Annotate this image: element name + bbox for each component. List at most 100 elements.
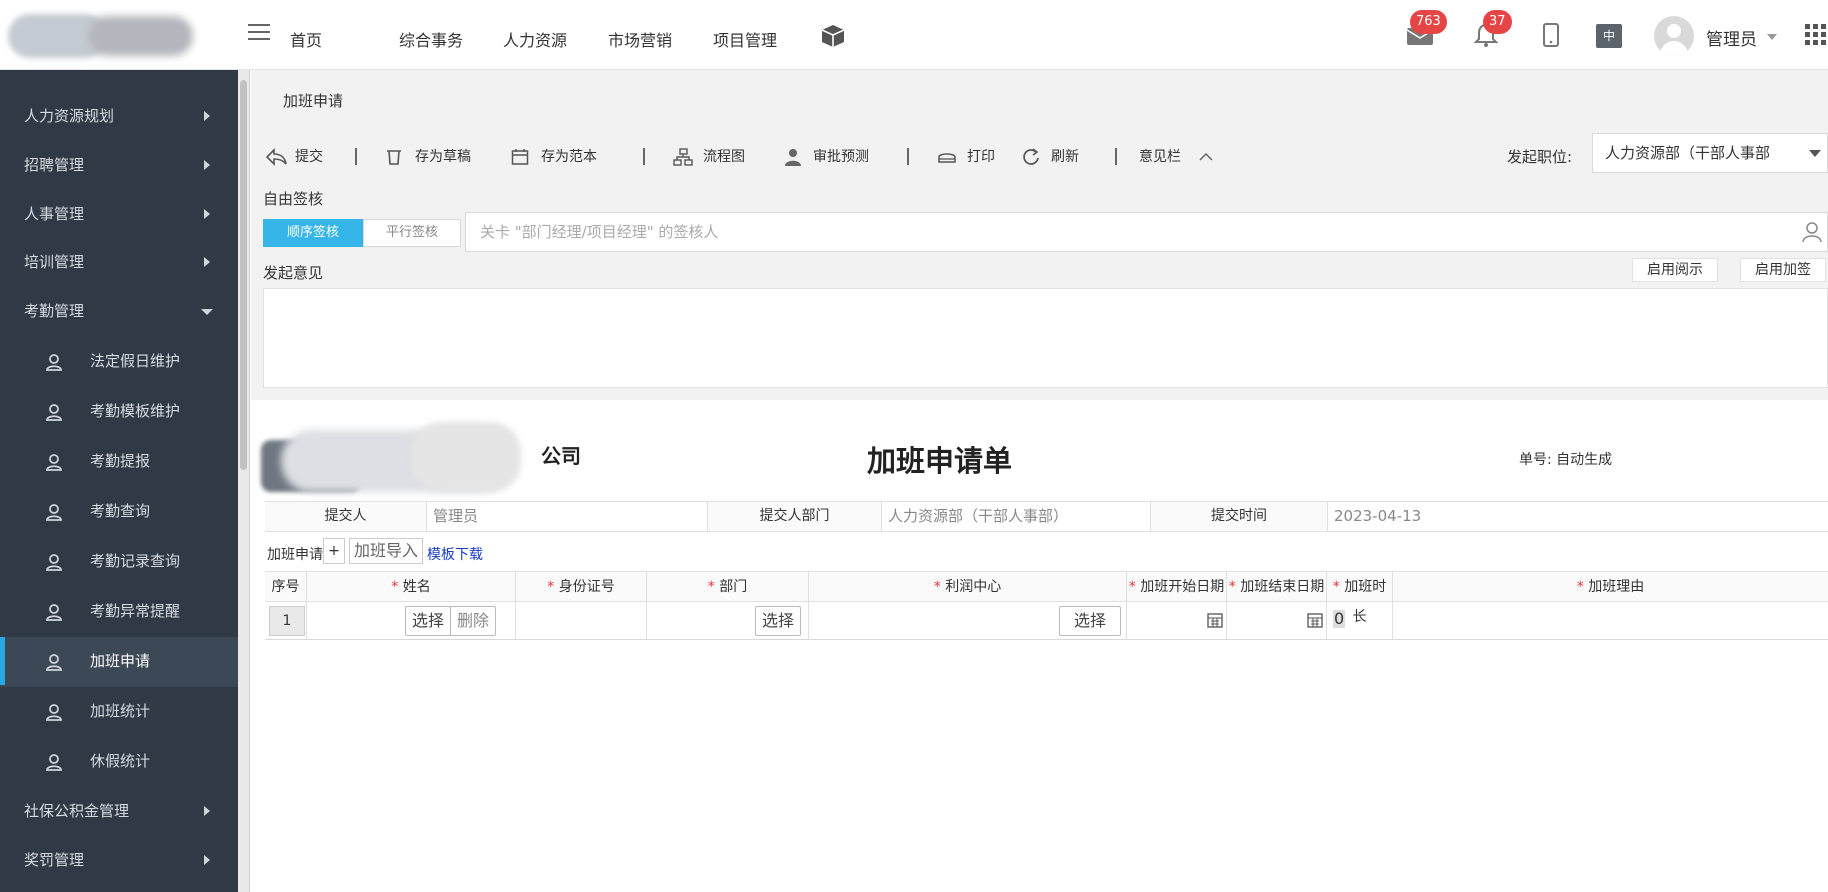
save-draft-label: 存为草稿 xyxy=(415,149,471,165)
chevron-up-icon xyxy=(1199,152,1213,161)
parallel-sign-button[interactable]: 平行签核 xyxy=(363,219,461,247)
save-draft-button[interactable]: 存为草稿 xyxy=(385,142,471,172)
sidebar-item-attendance[interactable]: 考勤管理 xyxy=(0,287,238,335)
sidebar-item-training[interactable]: 培训管理 xyxy=(0,238,238,286)
required-mark: * xyxy=(1128,579,1136,595)
menu-toggle-icon[interactable] xyxy=(248,24,270,42)
time-label: 提交时间 xyxy=(1211,508,1267,524)
table-row: 1 选择 删除 选择 选择 0 xyxy=(265,602,1828,640)
nav-project[interactable]: 项目管理 xyxy=(713,27,777,51)
submit-label: 提交 xyxy=(295,149,323,165)
position-select[interactable]: 人力资源部（干部人事部 xyxy=(1592,133,1828,173)
sidebar-item-recruitment[interactable]: 招聘管理 xyxy=(0,141,238,189)
top-header: 首页 综合事务 人力资源 市场营销 项目管理 763 37 中 管理员 xyxy=(0,0,1828,70)
sidebar-item-label: 培训管理 xyxy=(24,253,85,271)
end-date-cell[interactable] xyxy=(1227,602,1327,639)
submit-button[interactable]: 提交 xyxy=(265,142,323,172)
sidebar-item-social-security[interactable]: 社保公积金管理 xyxy=(0,787,238,835)
avatar[interactable] xyxy=(1654,16,1694,56)
chevron-right-icon xyxy=(204,209,210,219)
nav-hr[interactable]: 人力资源 xyxy=(503,27,567,51)
calendar-icon[interactable] xyxy=(1207,612,1223,628)
delete-row-button[interactable]: 删除 xyxy=(450,606,497,636)
id-cell[interactable] xyxy=(516,602,647,639)
bell-icon[interactable]: 37 xyxy=(1473,10,1512,52)
sidebar-item-query[interactable]: 考勤查询 xyxy=(0,487,238,535)
app-logo[interactable] xyxy=(8,10,218,58)
user-icon xyxy=(46,754,62,771)
start-date-cell[interactable] xyxy=(1127,602,1227,639)
sequential-sign-button[interactable]: 顺序签核 xyxy=(263,219,363,247)
opinion-label: 发起意见 xyxy=(263,264,324,282)
select-name-button[interactable]: 选择 xyxy=(405,606,452,636)
sidebar-item-leave-stats[interactable]: 休假统计 xyxy=(0,737,238,785)
sidebar-item-rewards[interactable]: 奖罚管理 xyxy=(0,836,238,884)
chevron-right-icon xyxy=(204,160,210,170)
sidebar-item-template[interactable]: 考勤模板维护 xyxy=(0,387,238,435)
col-dept: * 部门 xyxy=(647,572,809,602)
toolbar-divider xyxy=(643,148,645,165)
sidebar-item-record-query[interactable]: 考勤记录查询 xyxy=(0,537,238,585)
reason-cell[interactable] xyxy=(1393,602,1828,639)
select-profit-center-button[interactable]: 选择 xyxy=(1059,606,1122,636)
sidebar-item-anomaly[interactable]: 考勤异常提醒 xyxy=(0,587,238,635)
scrollbar-thumb[interactable] xyxy=(240,80,247,470)
required-mark: * xyxy=(391,579,399,595)
sidebar-item-overtime-stats[interactable]: 加班统计 xyxy=(0,687,238,735)
print-button[interactable]: 打印 xyxy=(937,142,995,172)
sidebar-item-label: 奖罚管理 xyxy=(24,851,85,869)
user-name[interactable]: 管理员 xyxy=(1706,25,1757,50)
chevron-down-icon xyxy=(201,309,213,315)
calendar-icon xyxy=(511,149,529,165)
box-icon[interactable] xyxy=(820,23,846,53)
mobile-icon[interactable] xyxy=(1542,22,1560,52)
apps-grid-icon[interactable] xyxy=(1805,24,1827,46)
opinion-textarea[interactable] xyxy=(263,288,1828,388)
sidebar-item-hr-planning[interactable]: 人力资源规划 xyxy=(0,92,238,140)
dept-cell: 选择 xyxy=(647,602,809,639)
enable-cc-button[interactable]: 启用阅示 xyxy=(1632,258,1718,282)
sidebar-item-label: 考勤管理 xyxy=(24,302,85,320)
nav-home[interactable]: 首页 xyxy=(290,27,322,51)
sidebar-item-holiday[interactable]: 法定假日维护 xyxy=(0,337,238,385)
nav-general-affairs[interactable]: 综合事务 xyxy=(399,27,463,51)
submitter-info-row: 提交人 管理员 提交人部门 人力资源部（干部人事部） 提交时间 2023-04-… xyxy=(265,501,1828,532)
mail-icon[interactable]: 763 xyxy=(1406,10,1447,50)
save-template-button[interactable]: 存为范本 xyxy=(511,142,597,172)
print-label: 打印 xyxy=(967,149,995,165)
col-end-date: * 加班结束日期 xyxy=(1227,572,1327,602)
sidebar-scrollbar[interactable] xyxy=(238,70,250,892)
dept-value: 人力资源部（干部人事部） xyxy=(881,502,1151,531)
approval-predict-button[interactable]: 审批预测 xyxy=(783,142,869,172)
approval-predict-label: 审批预测 xyxy=(813,149,869,165)
template-download-link[interactable]: 模板下载 xyxy=(427,544,483,564)
nav-marketing[interactable]: 市场营销 xyxy=(608,27,672,51)
seq-cell: 1 xyxy=(265,602,307,639)
required-mark: * xyxy=(1576,579,1584,595)
user-select-icon[interactable] xyxy=(1801,221,1823,243)
calendar-icon[interactable] xyxy=(1307,612,1323,628)
refresh-button[interactable]: 刷新 xyxy=(1021,142,1079,172)
add-row-button[interactable]: + xyxy=(323,538,345,564)
signer-input[interactable]: 关卡 "部门经理/项目经理" 的签核人 xyxy=(465,212,1828,252)
required-mark: * xyxy=(707,579,715,595)
flowchart-label: 流程图 xyxy=(703,149,745,165)
dropdown-arrow-icon xyxy=(1809,150,1821,157)
sidebar-item-label: 考勤模板维护 xyxy=(90,402,181,420)
sidebar-item-report[interactable]: 考勤提报 xyxy=(0,437,238,485)
flowchart-button[interactable]: 流程图 xyxy=(673,142,745,172)
select-dept-button[interactable]: 选择 xyxy=(755,606,802,636)
sidebar-item-label: 休假统计 xyxy=(90,752,151,770)
import-button[interactable]: 加班导入 xyxy=(349,538,423,564)
chevron-down-icon[interactable] xyxy=(1767,34,1777,40)
hours-cell[interactable]: 0 xyxy=(1327,602,1393,639)
opinion-bar-toggle[interactable]: 意见栏 xyxy=(1139,142,1213,172)
main-content: 加班申请 提交 存为草稿 存为范本 流程图 审批预测 打印 刷新 意见栏 发起职… xyxy=(251,70,1828,892)
language-switch[interactable]: 中 xyxy=(1596,24,1622,48)
sidebar-item-label: 招聘管理 xyxy=(24,156,85,174)
opinion-bar-label: 意见栏 xyxy=(1139,149,1181,165)
sidebar-item-personnel[interactable]: 人事管理 xyxy=(0,190,238,238)
user-icon xyxy=(46,504,62,521)
enable-add-sign-button[interactable]: 启用加签 xyxy=(1740,258,1826,282)
sidebar-item-overtime-apply[interactable]: 加班申请 xyxy=(0,637,238,687)
